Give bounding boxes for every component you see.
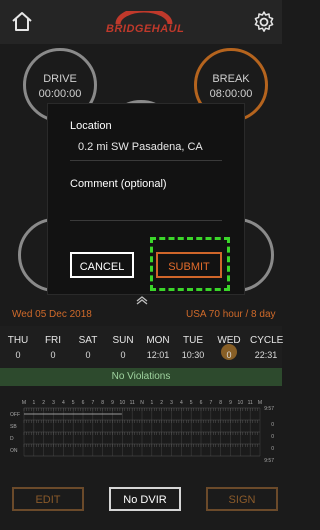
- graph-row-label: OFF: [10, 412, 20, 418]
- day-mon[interactable]: MON 12:01: [142, 335, 174, 360]
- graph-row-label: ON: [10, 448, 18, 454]
- graph-row-label: D: [10, 436, 14, 442]
- graph-hour-label: 10: [238, 400, 244, 406]
- graph-hour-label: 11: [130, 400, 135, 406]
- graph-hour-label: 5: [190, 400, 193, 406]
- graph-hour-label: 2: [160, 400, 163, 406]
- graph-hour-label: 10: [120, 400, 126, 406]
- graph-hour-label: 9: [229, 400, 232, 406]
- drive-time: 00:00:00: [38, 88, 82, 100]
- graph-hour-label: 3: [170, 400, 173, 406]
- graph-total-label: 9:57: [264, 406, 274, 412]
- graph-hour-label: 9: [111, 400, 114, 406]
- sign-button[interactable]: SIGN: [206, 487, 278, 511]
- graph-total-label: 0: [271, 434, 274, 440]
- graph-hour-label: 8: [101, 400, 104, 406]
- graph-hour-label: 8: [219, 400, 222, 406]
- graph-hour-label: 4: [180, 400, 183, 406]
- graph-hour-label: 1: [150, 400, 153, 406]
- cancel-button[interactable]: CANCEL: [70, 252, 134, 278]
- graph-hour-label: M: [258, 400, 262, 406]
- day-wed[interactable]: WED 0: [213, 335, 245, 360]
- graph-total-label: 9:57: [264, 458, 274, 464]
- break-label: BREAK: [212, 73, 250, 85]
- day-sat[interactable]: SAT 0: [72, 335, 104, 360]
- graph-grid: M 1 2 3 4 5 6 7 8 9 10 11 N 1 2 3 4 5 6 7 8 9 10 11 MOFFSBDON9:5…: [10, 400, 274, 464]
- cycle-rule: USA 70 hour / 8 day: [186, 309, 276, 320]
- graph-hour-label: 3: [52, 400, 55, 406]
- day-thu[interactable]: THU 0: [2, 335, 34, 360]
- day-sun[interactable]: SUN 0: [107, 335, 139, 360]
- location-field[interactable]: 0.2 mi SW Pasadena, CA: [78, 141, 203, 153]
- graph-hour-label: 5: [72, 400, 75, 406]
- location-label: Location: [70, 120, 112, 132]
- graph-hour-label: N: [140, 400, 144, 406]
- graph-hour-label: 4: [62, 400, 65, 406]
- cycle-total: CYCLE 22:31: [250, 335, 284, 360]
- duty-status-graph[interactable]: M 1 2 3 4 5 6 7 8 9 10 11 N 1 2 3 4 5 6 7 8 9 10 11 M OFF SB D ON 9:5…: [10, 396, 274, 464]
- graph-hour-label: M: [22, 400, 26, 406]
- logo-text: BRIDGEHAUL: [106, 23, 185, 35]
- graph-hour-label: 7: [209, 400, 212, 406]
- log-date: Wed 05 Dec 2018: [12, 309, 92, 320]
- graph-hour-label: 6: [82, 400, 85, 406]
- graph-total-label: 0: [271, 422, 274, 428]
- graph-hour-label: 7: [91, 400, 94, 406]
- dvir-button[interactable]: No DVIR: [109, 487, 181, 511]
- location-divider: [70, 160, 222, 161]
- edit-button[interactable]: EDIT: [12, 487, 84, 511]
- graph-hour-label: 11: [248, 400, 253, 406]
- break-time: 08:00:00: [209, 88, 253, 100]
- comment-divider: [70, 220, 222, 221]
- comment-label: Comment (optional): [70, 178, 167, 190]
- graph-total-label: 0: [271, 446, 274, 452]
- day-fri[interactable]: FRI 0: [37, 335, 69, 360]
- graph-row-label: SB: [10, 424, 17, 430]
- day-tue[interactable]: TUE 10:30: [177, 335, 209, 360]
- app-logo: BRIDGEHAUL: [106, 11, 184, 37]
- gear-icon[interactable]: [252, 10, 276, 34]
- graph-hour-label: 2: [42, 400, 45, 406]
- chevron-up-icon[interactable]: [136, 292, 148, 305]
- drive-label: DRIVE: [43, 73, 77, 85]
- violations-bar: No Violations: [0, 368, 282, 386]
- graph-hour-label: 1: [32, 400, 35, 406]
- home-icon[interactable]: [10, 10, 34, 32]
- comment-field[interactable]: [70, 196, 222, 216]
- submit-highlight-box: [150, 237, 230, 291]
- graph-hour-label: 6: [200, 400, 203, 406]
